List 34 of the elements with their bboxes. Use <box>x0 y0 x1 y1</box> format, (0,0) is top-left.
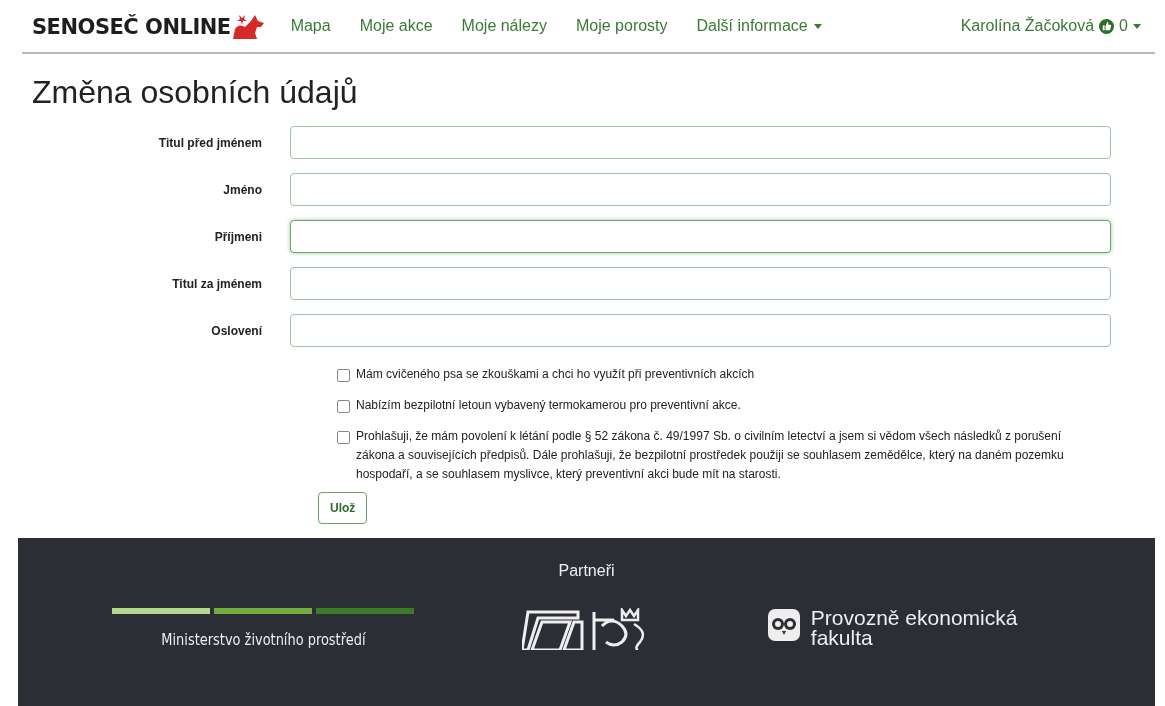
owl-icon <box>766 608 801 642</box>
nav-link[interactable]: Moje akce <box>359 17 433 35</box>
save-button[interactable]: Ulož <box>318 492 368 524</box>
input-field[interactable] <box>290 173 1111 206</box>
field-label: Jméno <box>222 182 263 197</box>
checkbox[interactable] <box>337 431 350 444</box>
logo-text: SENOSEČ ONLINE <box>32 15 231 39</box>
checkbox-label: Nabízím bezpilotní letoun vybavený termokamerou pro preventivní akce. <box>356 397 741 414</box>
input-field[interactable] <box>290 126 1111 159</box>
input-field[interactable] <box>290 220 1111 253</box>
nav-link[interactable]: Moje nálezy <box>461 17 547 35</box>
stripes-icon <box>112 608 415 614</box>
field-label: Oslovení <box>210 323 263 338</box>
nav-dropdown[interactable]: Další informace <box>696 17 822 35</box>
footer-title: Partneři <box>558 562 615 580</box>
page-title: Změna osobních údajů <box>32 73 359 112</box>
checkbox[interactable] <box>337 369 350 382</box>
fox-icon <box>230 13 265 39</box>
input-field[interactable] <box>290 314 1111 347</box>
caret-icon <box>1133 23 1141 29</box>
nav-link[interactable]: Mapa <box>290 17 331 35</box>
caret-icon <box>813 23 822 29</box>
checkbox-label: Mám cvičeného psa se zkouškami a chci ho využít při preventivních akcích <box>356 366 755 383</box>
user-menu[interactable]: Karolína Žačoková 0 <box>960 17 1141 35</box>
checkbox-label: Prohlašuji, že mám povolení k létání podle § 52 zákona č. 49/1997 Sb. o civilním letectví a jsem si vědom všech následků z porušení zákona a souvisejících předpisů. Dále prohlašuji, že bezpilotní prostředek použiji se souhlasem zemědělce, který na daném pozemku hospodaří, a se souhlasem myslivce, který preventivní akci bude mít na starosti. <box>356 428 1065 483</box>
field-label: Titul před jménem <box>157 135 263 150</box>
nav-link[interactable]: Moje porosty <box>575 17 668 35</box>
field-label: Titul za jménem <box>171 276 263 291</box>
checkbox[interactable] <box>337 400 350 413</box>
field-label: Příjmeni <box>213 229 263 244</box>
thumbs-up-icon <box>1099 18 1115 34</box>
input-field[interactable] <box>290 267 1111 300</box>
partner-name: Provozně ekonomická fakulta <box>810 608 1019 648</box>
partner-name: Ministerstvo životního prostředí <box>161 630 366 649</box>
